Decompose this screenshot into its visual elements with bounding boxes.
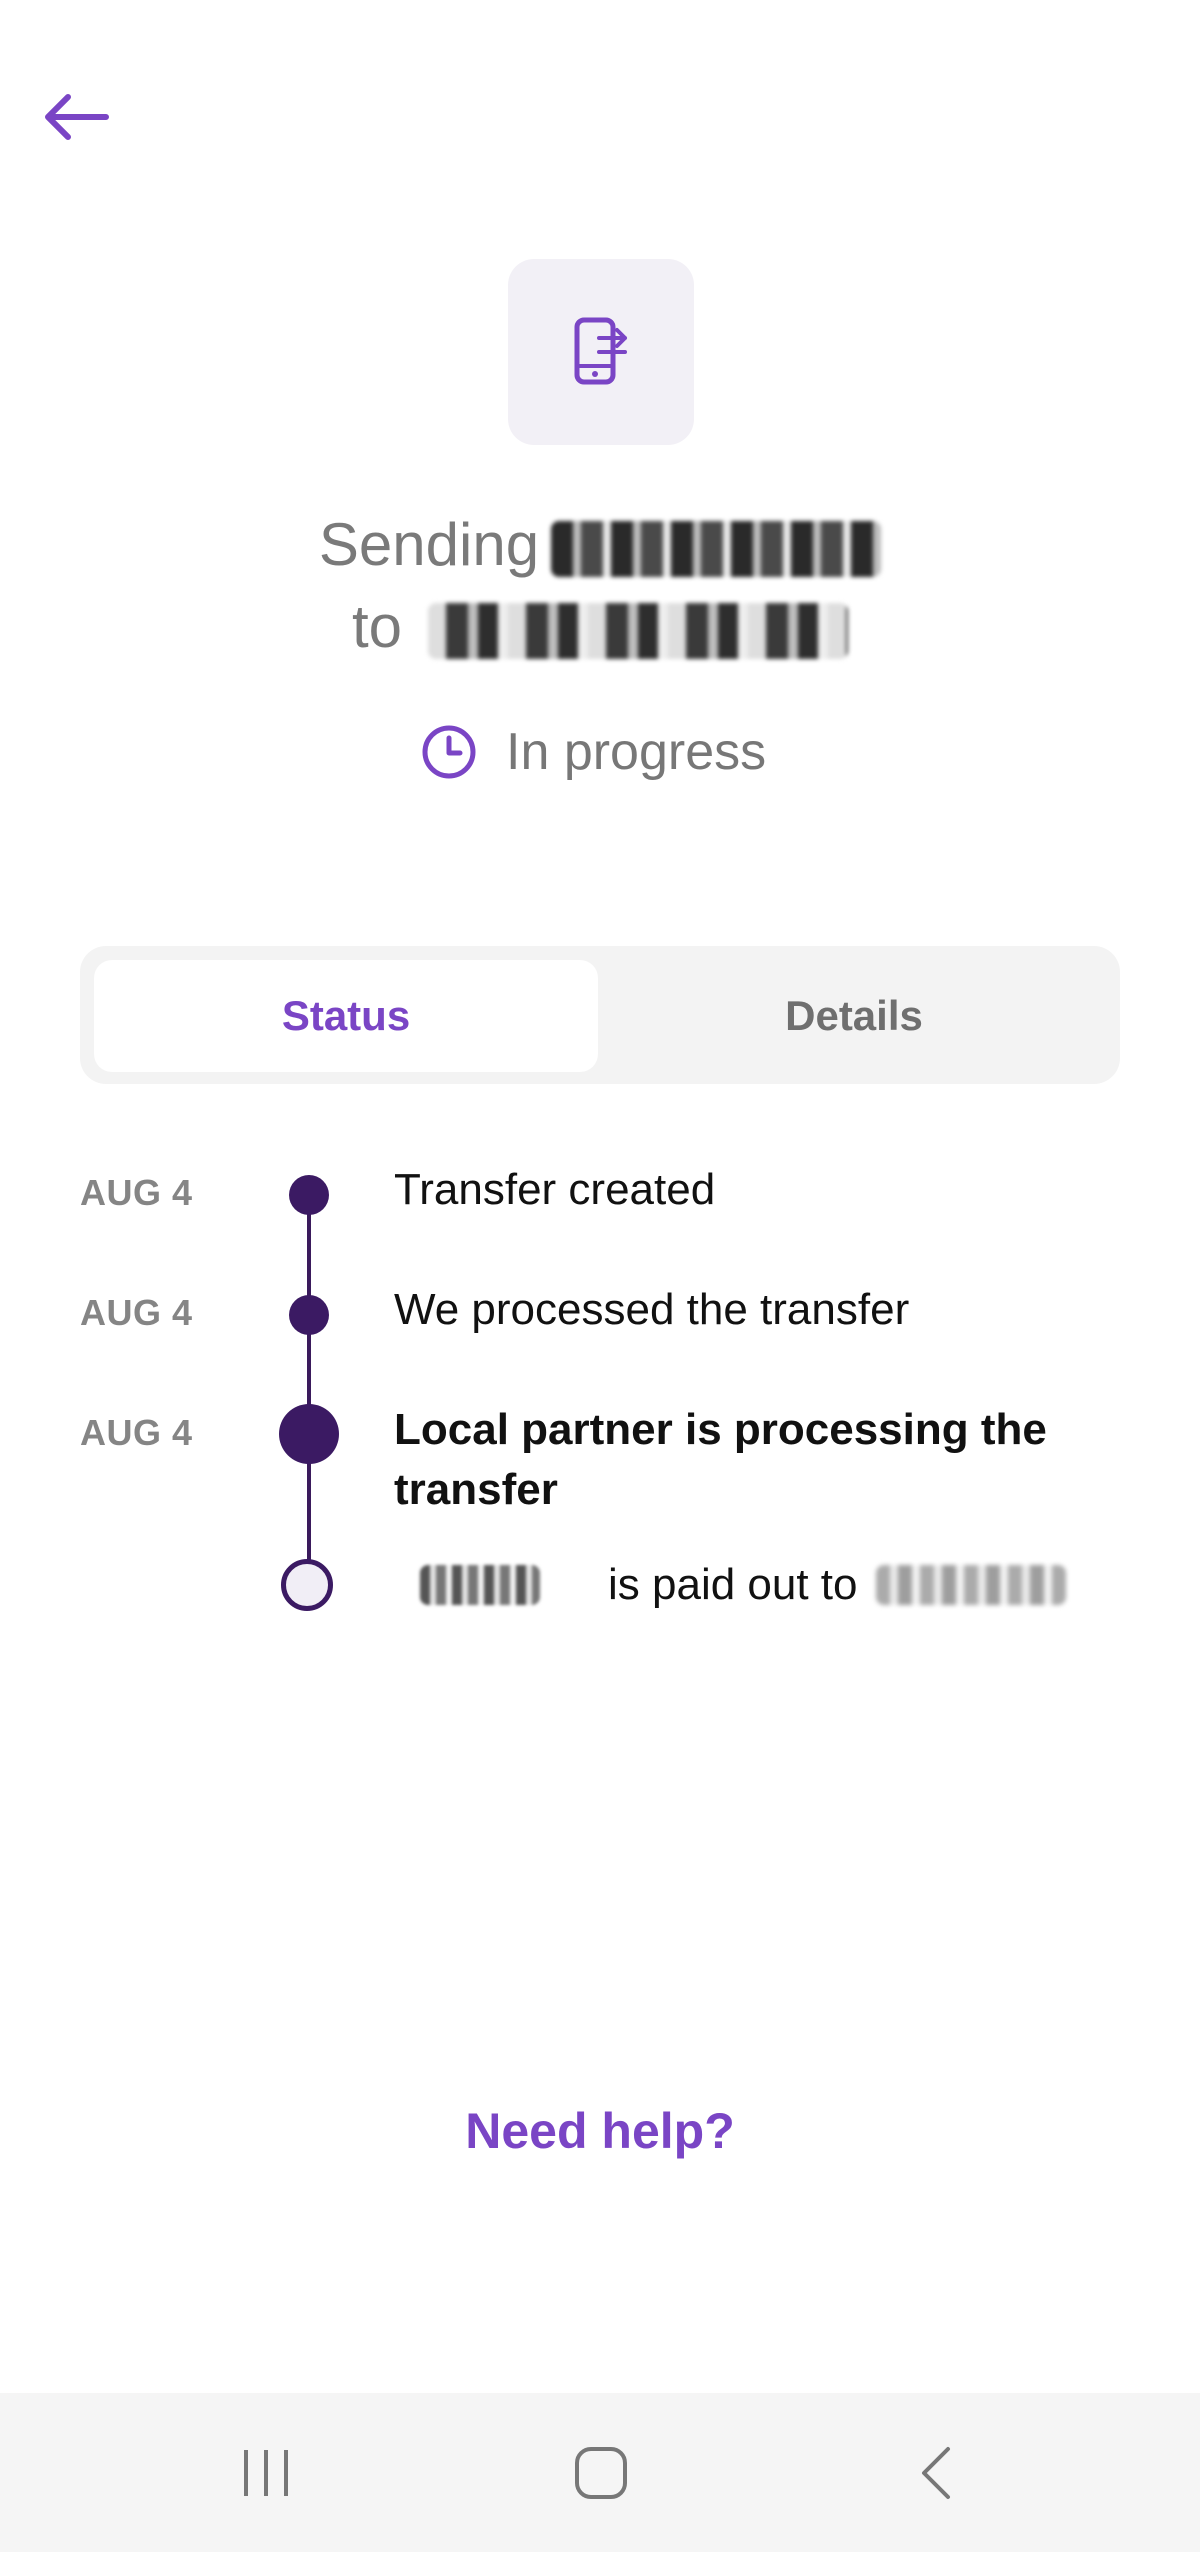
system-back-button[interactable]	[886, 2433, 986, 2513]
timeline-date: AUG 4	[80, 1292, 193, 1333]
timeline-dot-current	[279, 1404, 339, 1464]
need-help-link[interactable]: Need help?	[300, 2102, 900, 2160]
timeline-dot-pending	[281, 1559, 333, 1611]
back-button[interactable]	[40, 72, 150, 162]
timeline-date: AUG 4	[80, 1172, 193, 1213]
home-button[interactable]	[551, 2433, 651, 2513]
chevron-left-icon	[922, 2447, 950, 2499]
timeline-event-pending: is paid out to	[394, 1555, 1066, 1615]
recent-apps-button[interactable]	[216, 2433, 316, 2513]
timeline-event: We processed the transfer	[394, 1285, 910, 1334]
transfer-headline: Sending to	[200, 504, 1000, 668]
tab-details[interactable]: Details	[602, 960, 1106, 1072]
timeline-dot-done	[289, 1295, 329, 1335]
redacted-payout-amount	[420, 1565, 540, 1605]
timeline-line	[307, 1195, 311, 1589]
redacted-payout-recipient	[875, 1565, 1066, 1605]
home-icon	[575, 2447, 627, 2499]
system-navigation-bar	[0, 2393, 1200, 2552]
timeline-date: AUG 4	[80, 1412, 193, 1453]
sending-label: Sending	[318, 511, 540, 578]
status-text: In progress	[506, 723, 767, 781]
to-label: to	[351, 593, 403, 660]
redacted-recipient	[428, 603, 849, 660]
payout-text: is paid out to	[608, 1560, 858, 1609]
redacted-amount	[551, 521, 882, 578]
arrow-left-icon	[45, 94, 109, 140]
clock-icon	[422, 725, 476, 779]
timeline-dot-done	[289, 1175, 329, 1215]
transfer-status: In progress	[420, 716, 766, 788]
timeline-event-current: Local partner is processing the transfer	[394, 1405, 1047, 1514]
segmented-tabs: Status Details	[80, 946, 1120, 1084]
tab-status[interactable]: Status	[94, 960, 598, 1072]
timeline-event: Transfer created	[394, 1165, 716, 1214]
transfer-type-tile	[508, 259, 694, 445]
mobile-transfer-icon	[574, 317, 627, 385]
recent-apps-icon	[244, 2450, 288, 2496]
